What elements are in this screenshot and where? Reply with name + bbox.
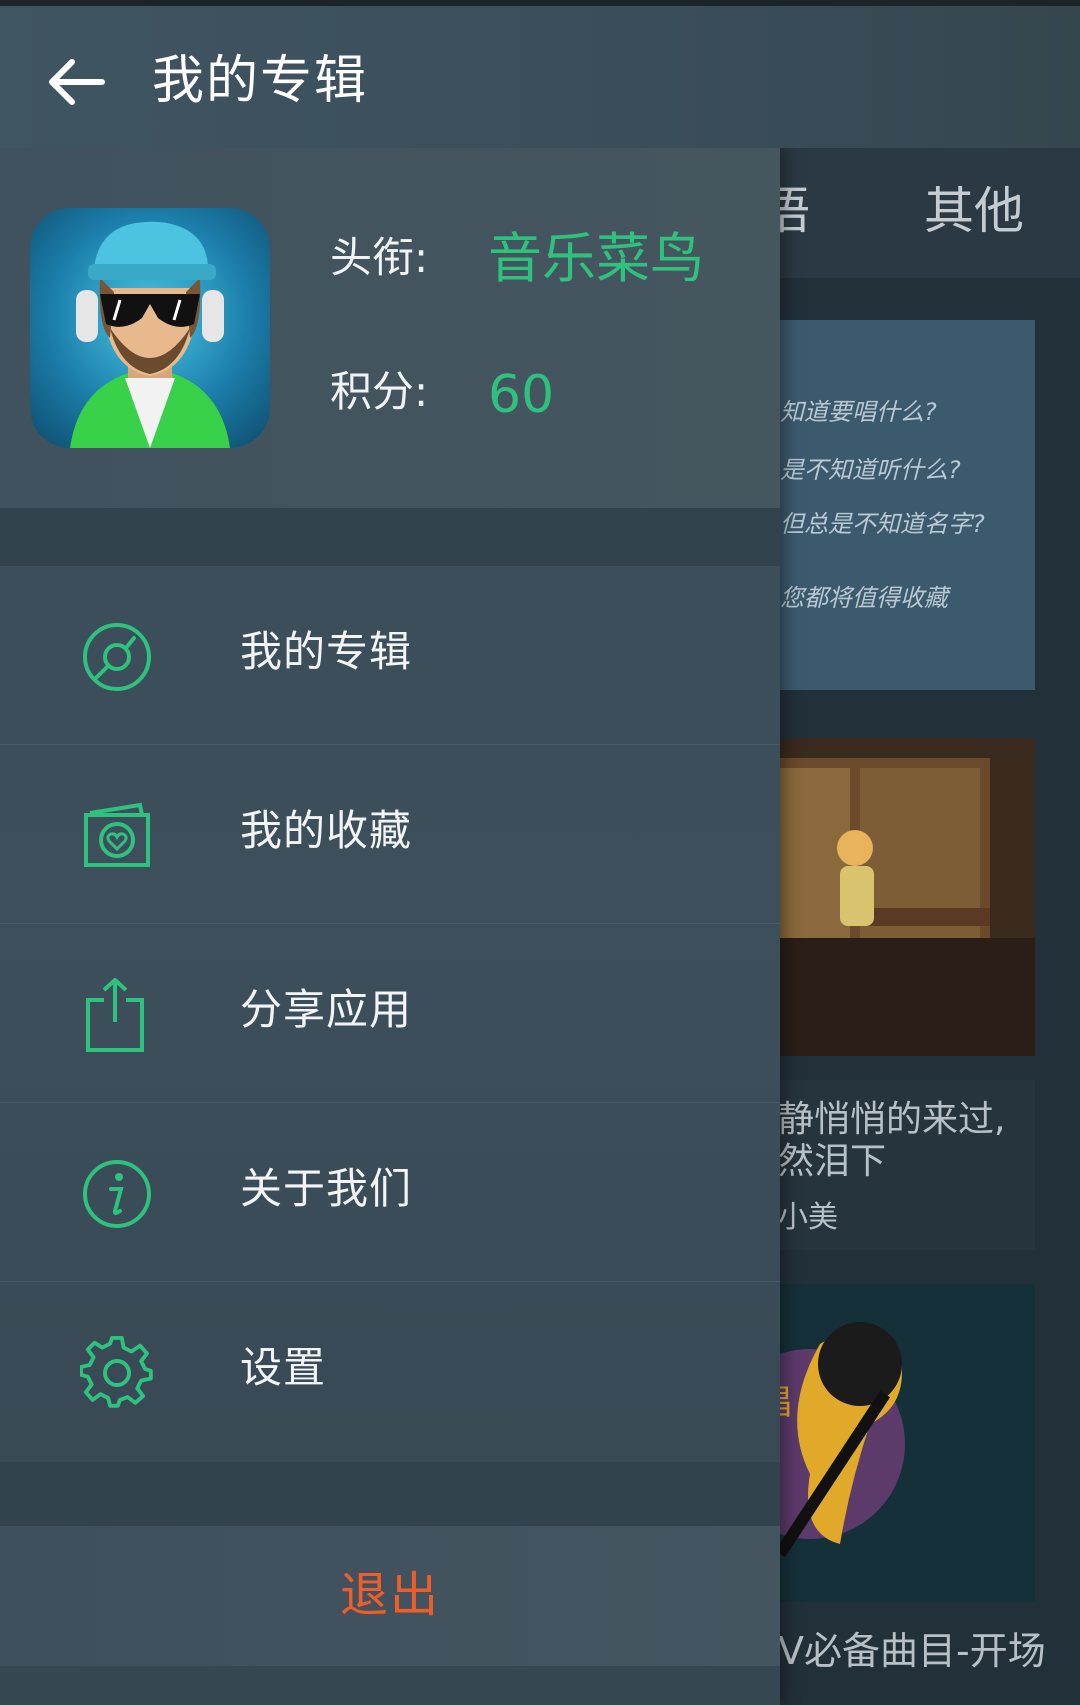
profile-header: 头衔: 音乐菜鸟 积分: 60: [0, 148, 780, 508]
title-value: 音乐菜鸟: [488, 227, 704, 290]
album-card-3-title[interactable]: V必备曲目-开场: [778, 1620, 1046, 1675]
page-title: 我的专辑: [152, 51, 369, 111]
menu-item-about-us[interactable]: 关于我们: [0, 1103, 780, 1282]
card-text-line: 是不知道听什么?: [780, 456, 961, 484]
back-arrow-icon[interactable]: [44, 50, 108, 114]
menu-item-share-app[interactable]: 分享应用: [0, 924, 780, 1103]
avatar[interactable]: [30, 208, 270, 448]
section-divider: [0, 1462, 780, 1526]
logout-label: 退出: [339, 1567, 440, 1623]
app-root: 语 其他 知道要唱什么? 是不知道听什么? 但总是不知道名字? 您都将值得收藏: [0, 0, 1080, 1705]
score-value: 60: [488, 365, 555, 425]
card-text-line: 知道要唱什么?: [780, 398, 937, 426]
card-caption-line: 然泪下: [778, 1141, 887, 1182]
score-label: 积分:: [330, 367, 429, 416]
card-author: 小美: [778, 1200, 838, 1235]
logout-button[interactable]: 退出: [0, 1526, 780, 1666]
tab-other[interactable]: 其他: [924, 176, 1024, 246]
disc-icon: [83, 623, 151, 691]
section-divider: [0, 508, 780, 566]
card-text-line: 您都将值得收藏: [780, 584, 948, 612]
menu-item-label: 设置: [240, 1343, 327, 1392]
menu-item-my-albums[interactable]: 我的专辑: [0, 566, 780, 745]
info-icon: [83, 1160, 151, 1228]
title-label: 头衔:: [330, 233, 429, 282]
drawer-menu: 我的专辑 我的收藏 分享应用 关于我们 设置: [0, 566, 780, 1461]
menu-item-settings[interactable]: 设置: [0, 1282, 780, 1461]
menu-item-label: 我的专辑: [240, 627, 413, 676]
avatar-illustration: [70, 221, 230, 448]
menu-item-favorites[interactable]: 我的收藏: [0, 745, 780, 924]
card-text-line: 但总是不知道名字?: [780, 510, 985, 538]
gear-icon: [80, 1336, 153, 1408]
top-action-bar: 我的专辑: [0, 0, 1080, 148]
favorite-heart-icon: [84, 802, 150, 867]
menu-item-label: 关于我们: [240, 1164, 413, 1213]
share-icon: [86, 978, 144, 1052]
navigation-drawer: 头衔: 音乐菜鸟 积分: 60 我的专辑 我的收藏 分享应用 关于我们 设置 退…: [0, 148, 780, 1705]
menu-item-label: 我的收藏: [240, 806, 413, 855]
menu-item-label: 分享应用: [240, 985, 413, 1034]
